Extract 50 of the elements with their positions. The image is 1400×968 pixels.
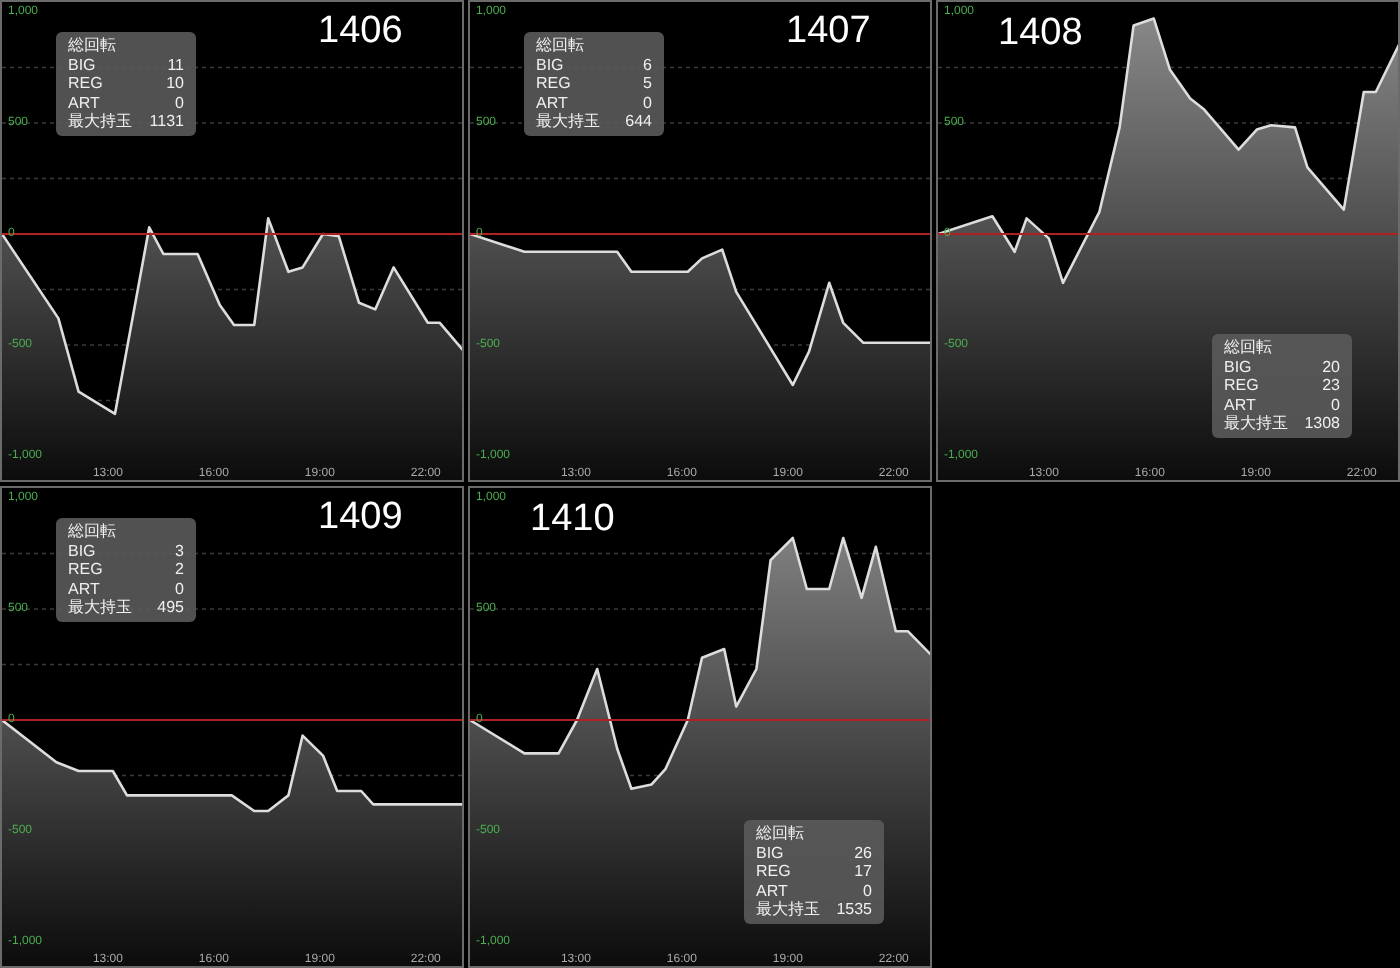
chart-title: 1409: [318, 498, 403, 536]
stat-value: 1131: [149, 112, 184, 131]
stat-value: 23: [1322, 376, 1340, 395]
stats-heading: 総回転: [68, 36, 116, 55]
stat-label: BIG: [756, 843, 784, 862]
stat-value: 5: [643, 74, 652, 93]
stat-label: BIG: [1224, 357, 1252, 376]
stats-heading: 総回転: [1224, 338, 1272, 357]
stat-label: 最大持玉: [68, 112, 132, 131]
stat-label: ART: [756, 881, 788, 900]
stat-label: REG: [756, 862, 791, 881]
chart-title: 1406: [318, 12, 403, 50]
chart-title: 1407: [786, 12, 871, 50]
chart-title: 1408: [998, 14, 1083, 52]
stat-label: 最大持玉: [68, 598, 132, 617]
stat-value: 0: [863, 881, 872, 900]
stat-value: 10: [166, 74, 184, 93]
stat-value: 6: [643, 55, 652, 74]
stat-value: 17: [854, 862, 872, 881]
stat-label: 最大持玉: [1224, 414, 1288, 433]
stat-value: 3: [175, 541, 184, 560]
stat-label: ART: [68, 579, 100, 598]
stat-label: BIG: [68, 55, 96, 74]
stat-value: 0: [643, 93, 652, 112]
stat-label: REG: [1224, 376, 1259, 395]
stat-label: REG: [536, 74, 571, 93]
stat-value: 0: [175, 93, 184, 112]
stat-label: ART: [68, 93, 100, 112]
stat-value: 0: [175, 579, 184, 598]
stat-value: 495: [157, 598, 184, 617]
stat-label: ART: [536, 93, 568, 112]
stat-value: 11: [167, 55, 184, 74]
stat-label: REG: [68, 74, 103, 93]
stat-label: 最大持玉: [536, 112, 600, 131]
stat-label: BIG: [68, 541, 96, 560]
stat-value: 1535: [836, 900, 872, 919]
stat-value: 26: [854, 843, 872, 862]
stat-value: 20: [1322, 357, 1340, 376]
stats-heading: 総回転: [536, 36, 584, 55]
stat-label: 最大持玉: [756, 900, 820, 919]
stat-label: ART: [1224, 395, 1256, 414]
stat-label: REG: [68, 560, 103, 579]
stats-heading: 総回転: [68, 522, 116, 541]
chart-title: 1410: [530, 500, 615, 538]
stat-value: 0: [1331, 395, 1340, 414]
stat-value: 2: [175, 560, 184, 579]
stat-label: BIG: [536, 55, 564, 74]
stat-value: 644: [625, 112, 652, 131]
stats-heading: 総回転: [756, 824, 804, 843]
stat-value: 1308: [1304, 414, 1340, 433]
